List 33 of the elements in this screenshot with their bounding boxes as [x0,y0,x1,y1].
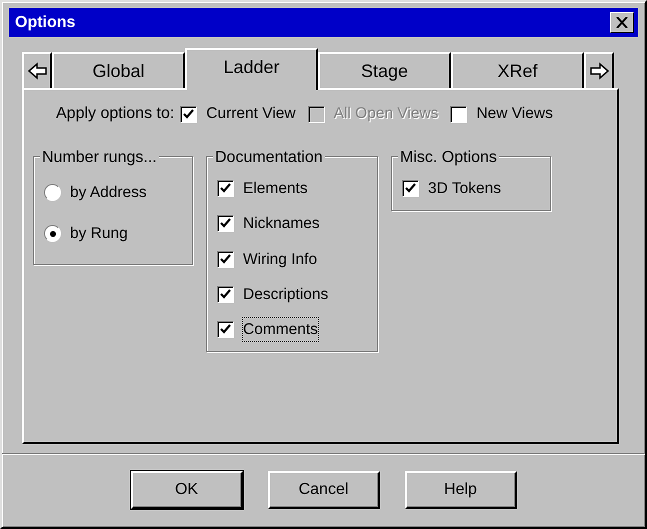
radio-option[interactable]: by Rung [44,222,182,246]
checkbox-option[interactable]: Wiring Info [217,248,367,271]
tab[interactable]: Stage [318,52,451,88]
tab[interactable]: XRef [451,52,584,88]
checkbox-option[interactable]: Comments [217,318,367,342]
checkmark-icon [220,254,231,265]
checkbox-option[interactable]: Current View [180,102,296,126]
checkmark-icon [183,108,194,120]
checkmark-icon [220,288,231,300]
dialog-button[interactable]: Cancel [268,471,380,509]
tab[interactable]: Ladder [185,48,318,90]
scroll-left-button[interactable] [22,52,52,88]
dialog-button[interactable]: Help [404,471,516,509]
dialog-button[interactable]: OK [130,471,242,509]
tab[interactable]: Global [52,52,185,88]
checkbox-option: All Open Views [308,102,438,126]
checkbox-option[interactable]: Nicknames [217,212,367,236]
checkbox-option[interactable]: 3D Tokens [402,177,540,200]
apply-label: Apply options to: [56,104,174,124]
close-button[interactable] [610,12,634,33]
left-arrow-icon [26,62,48,80]
radio-option[interactable]: by Address [44,181,182,204]
checkbox-option[interactable]: Descriptions [217,282,367,306]
checkmark-icon [405,183,416,194]
right-arrow-icon [588,62,610,80]
close-icon [616,17,628,28]
checkmark-icon [220,218,231,230]
checkmark-icon [220,183,231,194]
checkbox-option[interactable]: Elements [217,177,367,200]
checkbox-option[interactable]: New Views [450,102,553,126]
window-title: Options [15,12,76,32]
checkmark-icon [220,324,231,336]
scroll-right-button[interactable] [584,52,614,88]
